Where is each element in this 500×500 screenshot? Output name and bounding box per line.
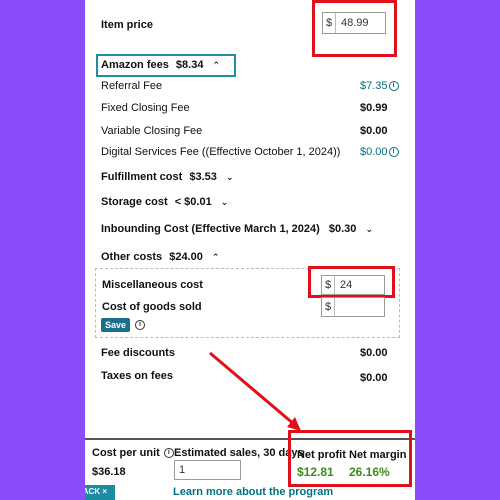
chevron-down-icon: ⌄ (365, 223, 374, 234)
fee-discounts-label: Fee discounts (101, 347, 175, 359)
currency-symbol: $ (322, 298, 335, 316)
referral-fee-value: $7.35 i (360, 80, 399, 92)
digital-services-fee-label: Digital Services Fee ((Effective October… (101, 146, 341, 158)
save-button[interactable]: Save (101, 318, 131, 332)
chevron-down-icon: ⌄ (220, 196, 229, 207)
profit-highlight (288, 430, 412, 487)
info-icon[interactable]: i (135, 320, 145, 330)
misc-cost-label: Miscellaneous cost (102, 279, 203, 291)
cost-per-unit-text: Cost per unit (92, 447, 160, 459)
fixed-closing-fee-label: Fixed Closing Fee (101, 102, 190, 114)
taxes-on-fees-label: Taxes on fees (101, 370, 173, 382)
chevron-up-icon: ⌃ (212, 59, 221, 70)
fee-discounts-value: $0.00 (360, 347, 388, 359)
inbounding-cost-value: $0.30 (328, 223, 357, 235)
cogs-label: Cost of goods sold (102, 301, 202, 313)
inbounding-cost-toggle[interactable]: Inbounding Cost (Effective March 1, 2024… (101, 223, 373, 235)
referral-fee-label: Referral Fee (101, 80, 163, 92)
fulfillment-cost-label: Fulfillment cost (101, 171, 183, 183)
amazon-fees-total: $8.34 (175, 59, 204, 71)
revenue-calculator-panel: Item price $ 48.99 Amazon fees $8.34 ⌃ R… (85, 0, 415, 500)
digital-services-fee-value: $0.00 i (360, 146, 399, 158)
digital-services-fee-amount: $0.00 (360, 146, 388, 158)
misc-cost-highlight (308, 266, 395, 298)
other-costs-value: $24.00 (169, 251, 203, 263)
cost-per-unit-value: $36.18 (92, 466, 126, 478)
cost-per-unit-label: Cost per unit i (92, 447, 174, 459)
storage-cost-value: < $0.01 (174, 196, 212, 208)
learn-more-link[interactable]: Learn more about the program (173, 486, 333, 498)
other-costs-label: Other costs (101, 251, 163, 263)
item-price-label: Item price (101, 19, 153, 31)
storage-cost-toggle[interactable]: Storage cost < $0.01 ⌄ (101, 196, 228, 208)
other-costs-toggle[interactable]: Other costs $24.00 ⌃ (101, 251, 219, 263)
inbounding-cost-label: Inbounding Cost (Effective March 1, 2024… (101, 223, 320, 235)
chevron-up-icon: ⌃ (211, 251, 220, 262)
amazon-fees-toggle[interactable]: Amazon fees $8.34 ⌃ (101, 59, 220, 71)
info-icon[interactable]: i (163, 448, 174, 459)
taxes-on-fees-value: $0.00 (360, 372, 388, 384)
amazon-fees-label: Amazon fees (101, 59, 169, 71)
variable-closing-fee-label: Variable Closing Fee (101, 125, 203, 137)
storage-cost-label: Storage cost (101, 196, 168, 208)
fixed-closing-fee-value: $0.99 (360, 102, 388, 114)
variable-closing-fee-value: $0.00 (360, 125, 388, 137)
info-icon[interactable]: i (388, 147, 399, 158)
chevron-down-icon: ⌄ (225, 171, 234, 182)
item-price-highlight (312, 0, 397, 57)
estimated-sales-input[interactable]: 1 (174, 460, 241, 480)
info-icon[interactable]: i (388, 81, 399, 92)
fulfillment-cost-value: $3.53 (189, 171, 217, 183)
referral-fee-amount: $7.35 (360, 80, 388, 92)
back-label: BACK × (85, 487, 108, 496)
cogs-input[interactable]: $ (321, 297, 385, 317)
estimated-sales-label: Estimated sales, 30 days (174, 447, 304, 459)
back-button[interactable]: BACK × (85, 485, 115, 500)
fulfillment-cost-toggle[interactable]: Fulfillment cost $3.53 ⌄ (101, 171, 233, 183)
